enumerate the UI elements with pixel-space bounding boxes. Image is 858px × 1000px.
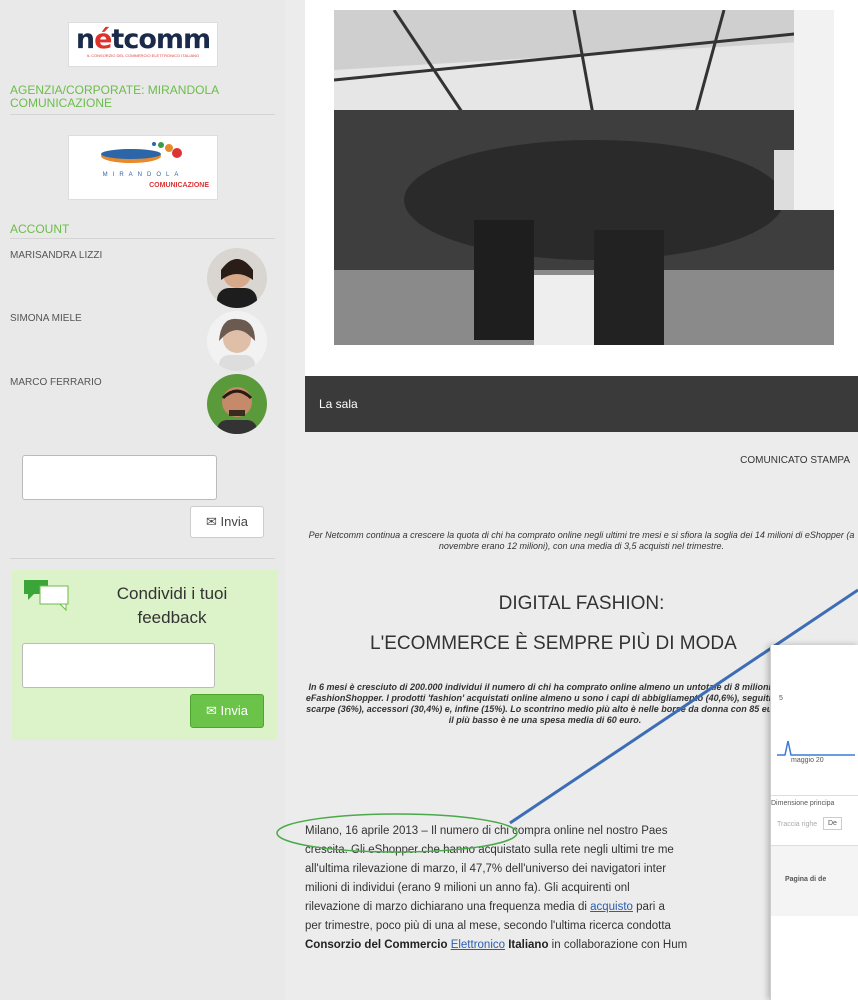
axis-value: 5 xyxy=(779,695,783,702)
photo-frame xyxy=(305,0,858,376)
divider xyxy=(10,558,275,559)
press-release-label: COMUNICATO STAMPA xyxy=(740,455,850,466)
account-name-1[interactable]: MARISANDRA LIZZI xyxy=(10,250,102,261)
account-name-2[interactable]: SIMONA MIELE xyxy=(10,313,82,324)
summary-text: In 6 mesi è cresciuto di 200.000 individ… xyxy=(305,682,785,725)
elettronico-link[interactable]: Elettronico xyxy=(451,939,505,951)
speech-bubbles-icon xyxy=(24,580,69,612)
netcomm-tagline: IL CONSORZIO DEL COMMERCIO ELETTRONICO I… xyxy=(86,53,200,58)
feedback-send-label: Invia xyxy=(220,703,248,718)
table-header: Pagina di de xyxy=(771,845,858,916)
body-line: rilevazione di marzo dichiarano una freq… xyxy=(305,901,665,913)
mirandola-sub: COMUNICAZIONE xyxy=(149,182,209,189)
body-line: Milano, 16 aprile 2013 – Il numero di ch… xyxy=(305,825,668,837)
body-line: Consorzio del Commercio Elettronico Ital… xyxy=(305,939,688,951)
feedback-send-button[interactable]: ✉ Invia xyxy=(190,694,264,728)
article-body: Milano, 16 aprile 2013 – Il numero di ch… xyxy=(305,822,795,955)
dimension-label: Dimensione principa xyxy=(771,795,858,807)
analytics-inset: 5 maggio 20 Dimensione principa Traccia … xyxy=(770,645,858,1000)
send-label: Invia xyxy=(220,514,248,529)
sidebar: nétcomm IL CONSORZIO DEL COMMERCIO ELETT… xyxy=(0,0,285,1000)
acquisto-link[interactable]: acquisto xyxy=(590,901,633,913)
feedback-panel: Condividi i tuoi feedback ✉ Invia xyxy=(12,570,277,740)
photo-caption: La sala xyxy=(305,376,858,432)
body-line: per trimestre, poco più di una al mese, … xyxy=(305,920,671,932)
headline-line-1: DIGITAL FASHION: xyxy=(498,593,665,614)
account-name-3[interactable]: MARCO FERRARIO xyxy=(10,377,102,388)
filter-label[interactable]: Traccia righe xyxy=(777,821,817,828)
month-label: maggio 20 xyxy=(791,757,824,764)
feedback-textarea[interactable] xyxy=(22,643,215,688)
avatar[interactable] xyxy=(207,311,267,371)
envelope-icon: ✉ xyxy=(206,514,217,529)
body-line: crescita. Gli eShopper che hanno acquist… xyxy=(305,844,674,856)
intro-text: Per Netcomm continua a crescere la quota… xyxy=(308,530,855,551)
conference-photo[interactable] xyxy=(334,10,834,345)
mirandola-name: MIRANDOLA xyxy=(102,172,184,178)
agency-label[interactable]: AGENZIA/CORPORATE: MIRANDOLA COMUNICAZIO… xyxy=(10,84,275,115)
mirandola-logo-graphic xyxy=(101,142,182,163)
avatar[interactable] xyxy=(207,374,267,434)
account-title: ACCOUNT xyxy=(10,222,275,239)
filter-button[interactable]: De xyxy=(823,817,842,830)
mirandola-logo[interactable]: MIRANDOLA COMUNICAZIONE xyxy=(68,135,218,200)
body-line: milioni di individui (erano 9 milioni un… xyxy=(305,882,630,894)
avatar[interactable] xyxy=(207,248,267,308)
message-textarea[interactable] xyxy=(22,455,217,500)
column-label: Pagina di de xyxy=(785,876,827,883)
feedback-title: Condividi i tuoi feedback xyxy=(116,584,228,627)
envelope-icon: ✉ xyxy=(206,703,217,718)
body-line: all'ultima rilevazione di marzo, il 47,7… xyxy=(305,863,667,875)
send-button[interactable]: ✉ Invia xyxy=(190,506,264,538)
netcomm-logo[interactable]: nétcomm IL CONSORZIO DEL COMMERCIO ELETT… xyxy=(68,22,218,67)
